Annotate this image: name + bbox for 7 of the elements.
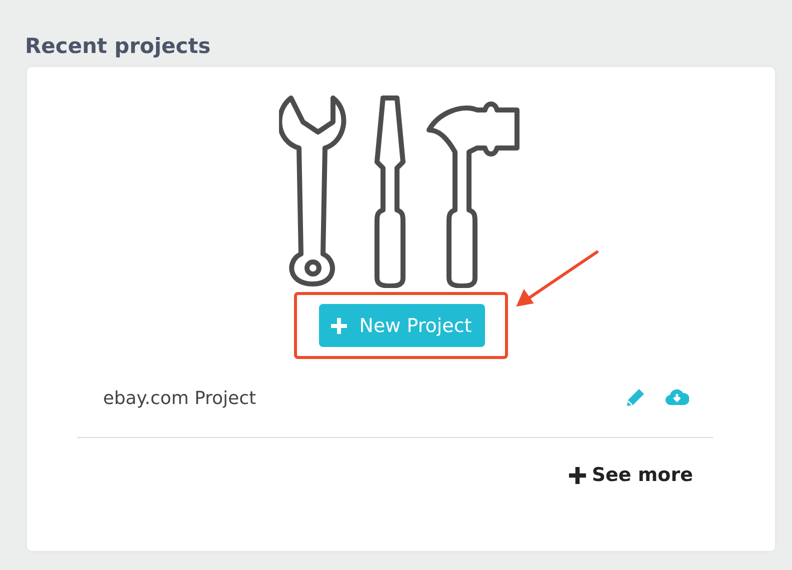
see-more-link[interactable]: See more [568, 464, 693, 486]
cloud-download-icon[interactable] [665, 388, 689, 406]
section-title: Recent projects [24, 33, 212, 60]
pencil-icon[interactable] [625, 388, 645, 408]
plus-icon [331, 318, 348, 334]
plus-icon [568, 466, 586, 484]
project-name[interactable]: ebay.com Project [103, 388, 625, 408]
